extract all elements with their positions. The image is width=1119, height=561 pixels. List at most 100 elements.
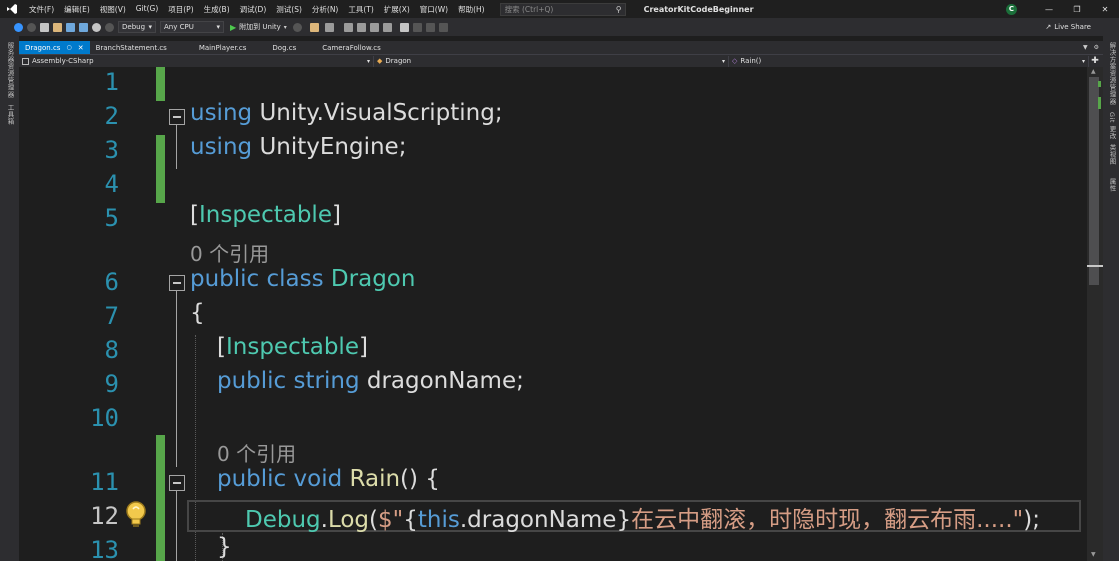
codelens-references[interactable]: 0 个引用	[190, 238, 269, 267]
platform-dropdown[interactable]: Any CPU ▾	[160, 21, 224, 33]
menu-view[interactable]: 视图(V)	[95, 4, 131, 15]
new-project-icon[interactable]	[40, 22, 49, 32]
line-number: 11	[90, 468, 119, 496]
keyword-token: using	[190, 100, 253, 126]
hot-reload-icon[interactable]	[292, 22, 302, 32]
menu-git[interactable]: Git(G)	[131, 4, 164, 15]
prev-bookmark-icon[interactable]	[412, 22, 422, 32]
codelens-references[interactable]: 0 个引用	[217, 438, 296, 467]
tab-dog-cs[interactable]: Dog.cs	[252, 41, 302, 54]
line-number: 8	[104, 336, 119, 364]
right-tool-strip: 解决方案资源管理器 Git 更改 类视图 属性	[1103, 36, 1119, 561]
member-dropdown[interactable]: ◇ Rain() ▾	[729, 55, 1089, 67]
code-editor[interactable]: 1 2 3 4 5 6 7 8 9 10 11 12 13 using Unit…	[19, 67, 1087, 561]
save-icon[interactable]	[66, 22, 75, 32]
search-icon: ⚲	[615, 4, 622, 14]
code-line-12: Debug.Log($"{this.dragonName}在云中翻滚，时隐时现，…	[245, 500, 1040, 534]
folder-icon[interactable]	[309, 22, 319, 32]
undo-icon[interactable]	[92, 22, 101, 32]
code-line-13: }	[217, 534, 232, 560]
project-dropdown[interactable]: Assembly-CSharp ▾	[19, 55, 374, 67]
git-changes-tab[interactable]: Git 更改	[1107, 112, 1117, 139]
pin-icon[interactable]: ○	[66, 44, 71, 51]
menu-file[interactable]: 文件(F)	[24, 4, 59, 15]
next-bookmark-icon[interactable]	[425, 22, 435, 32]
settings-icon[interactable]: ⚙	[1094, 44, 1099, 51]
menu-analyze[interactable]: 分析(N)	[307, 4, 343, 15]
menu-help[interactable]: 帮助(H)	[453, 4, 490, 15]
attribute-token: Inspectable	[225, 334, 359, 360]
class-view-tab[interactable]: 类视图	[1107, 144, 1117, 165]
forward-icon[interactable]	[27, 22, 36, 32]
type-dropdown[interactable]: ◆ Dragon ▾	[374, 55, 729, 67]
properties-tab[interactable]: 属性	[1107, 178, 1117, 192]
configuration-dropdown[interactable]: Debug ▾	[118, 21, 156, 33]
uncomment-icon[interactable]	[382, 22, 392, 32]
tab-dragon-cs[interactable]: Dragon.cs ○ ✕	[19, 41, 90, 54]
code-line-8: [Inspectable]	[217, 334, 368, 360]
save-all-icon[interactable]	[79, 22, 88, 32]
clear-bookmarks-icon[interactable]	[438, 22, 448, 32]
chevron-down-icon: ▾	[148, 23, 152, 31]
search-box[interactable]: 搜索 (Ctrl+Q) ⚲	[499, 2, 626, 16]
toolbox-tab[interactable]: 工具箱	[5, 104, 15, 125]
collapse-region-icon[interactable]	[169, 475, 185, 491]
chevron-down-icon: ▾	[721, 57, 725, 65]
line-number: 7	[104, 302, 119, 330]
comment-icon[interactable]	[369, 22, 379, 32]
tab-overflow-icon[interactable]: ▼	[1083, 44, 1088, 51]
tab-camerafollow-cs[interactable]: CameraFollow.cs	[302, 41, 387, 54]
chevron-down-icon: ▾	[216, 23, 220, 31]
scroll-up-icon[interactable]: ▲	[1091, 68, 1096, 75]
menu-debug[interactable]: 调试(D)	[235, 4, 272, 15]
attach-unity-button[interactable]: 附加到 Unity	[239, 22, 281, 32]
bracket-token: [	[190, 202, 199, 228]
keyword-token: this	[417, 507, 460, 533]
string-token: $"	[378, 507, 404, 533]
split-editor-icon[interactable]: ✚	[1089, 56, 1101, 66]
chevron-down-icon[interactable]: ▾	[284, 24, 287, 31]
class-icon: ◆	[377, 57, 383, 65]
indent-icon[interactable]	[343, 22, 353, 32]
close-icon[interactable]: ✕	[1091, 5, 1119, 14]
tab-mainplayer-cs[interactable]: MainPlayer.cs	[173, 41, 253, 54]
minimize-icon[interactable]: —	[1035, 5, 1063, 14]
code-line-3: using UnityEngine;	[190, 134, 406, 160]
collapse-region-icon[interactable]	[169, 275, 185, 291]
code-line-5: [Inspectable]	[190, 202, 341, 228]
menu-build[interactable]: 生成(B)	[199, 4, 235, 15]
play-icon[interactable]: ▶	[230, 23, 236, 32]
visual-studio-logo-icon[interactable]	[4, 0, 20, 18]
back-icon[interactable]	[14, 22, 23, 32]
vertical-scrollbar[interactable]: ▲ ▼	[1087, 67, 1103, 561]
menu-project[interactable]: 项目(P)	[163, 4, 198, 15]
menu-window[interactable]: 窗口(W)	[415, 4, 453, 15]
tab-label: BranchStatement.cs	[95, 43, 167, 52]
brace-token: {	[190, 300, 205, 326]
solution-explorer-tab[interactable]: 解决方案资源管理器	[1107, 42, 1117, 105]
project-name: Assembly-CSharp	[32, 57, 94, 65]
change-marker	[1098, 97, 1101, 109]
lightbulb-icon[interactable]	[125, 500, 147, 530]
account-avatar[interactable]: C	[1006, 3, 1017, 15]
redo-icon[interactable]	[105, 22, 114, 32]
restore-icon[interactable]: ❐	[1063, 5, 1091, 14]
project-title: CreatorKitCodeBeginner	[643, 4, 754, 14]
bookmark-icon[interactable]	[399, 22, 409, 32]
tab-branchstatement-cs[interactable]: BranchStatement.cs	[90, 41, 173, 54]
collapse-region-icon[interactable]	[169, 109, 185, 125]
outdent-icon[interactable]	[356, 22, 366, 32]
close-tab-icon[interactable]: ✕	[78, 44, 84, 52]
screenshot-icon[interactable]	[324, 22, 334, 32]
bracket-token: ]	[331, 202, 341, 228]
scroll-down-icon[interactable]: ▼	[1091, 551, 1096, 558]
keyword-token: public	[217, 466, 287, 492]
open-folder-icon[interactable]	[53, 22, 62, 32]
menu-test[interactable]: 测试(S)	[271, 4, 307, 15]
server-explorer-tab[interactable]: 服务器资源管理器	[5, 42, 15, 98]
live-share-button[interactable]: ↗ Live Share	[1045, 23, 1091, 31]
menu-tools[interactable]: 工具(T)	[343, 4, 378, 15]
menu-extensions[interactable]: 扩展(X)	[379, 4, 415, 15]
menu-edit[interactable]: 编辑(E)	[59, 4, 95, 15]
tab-label: Dog.cs	[272, 43, 297, 52]
